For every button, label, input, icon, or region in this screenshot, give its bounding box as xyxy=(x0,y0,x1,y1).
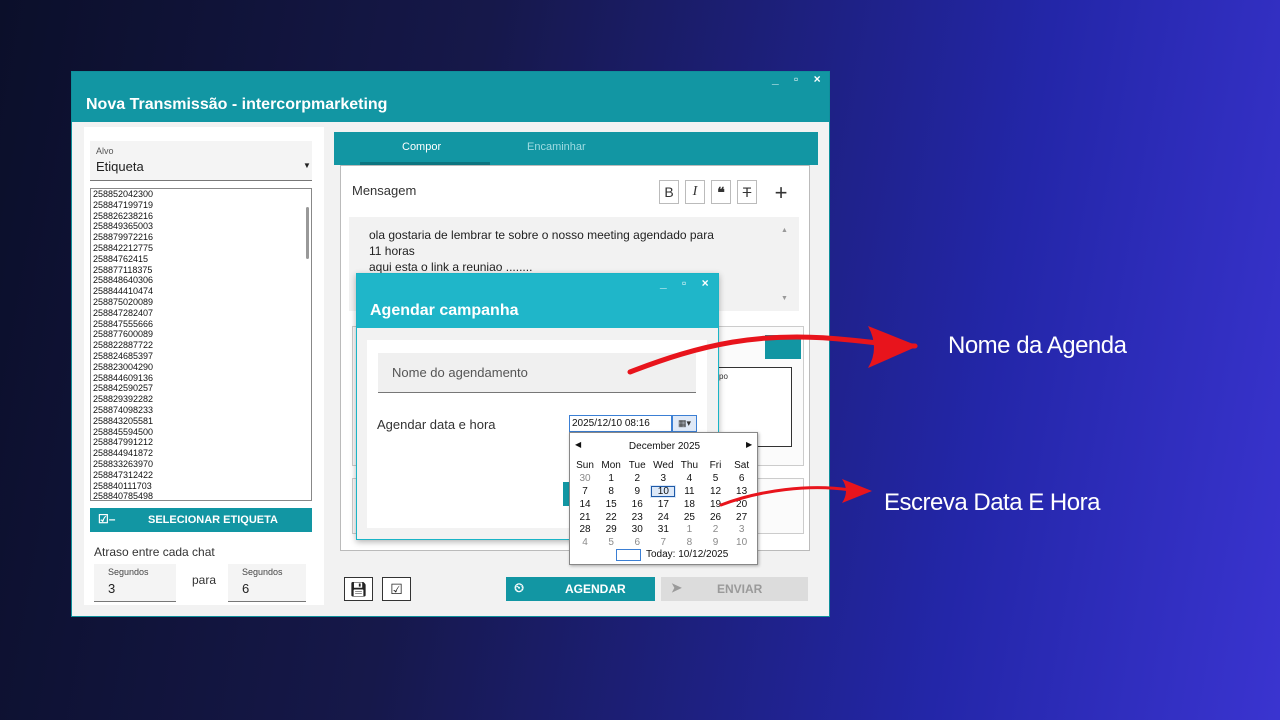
annotation-nome: Nome da Agenda xyxy=(948,332,1127,359)
arrowhead-nome xyxy=(868,326,918,368)
arrow-data xyxy=(719,486,852,507)
arrowhead-data xyxy=(842,479,872,503)
arrow-nome xyxy=(627,334,918,375)
annotation-data: Escreva Data E Hora xyxy=(884,489,1100,516)
annotation-arrows xyxy=(627,326,918,507)
